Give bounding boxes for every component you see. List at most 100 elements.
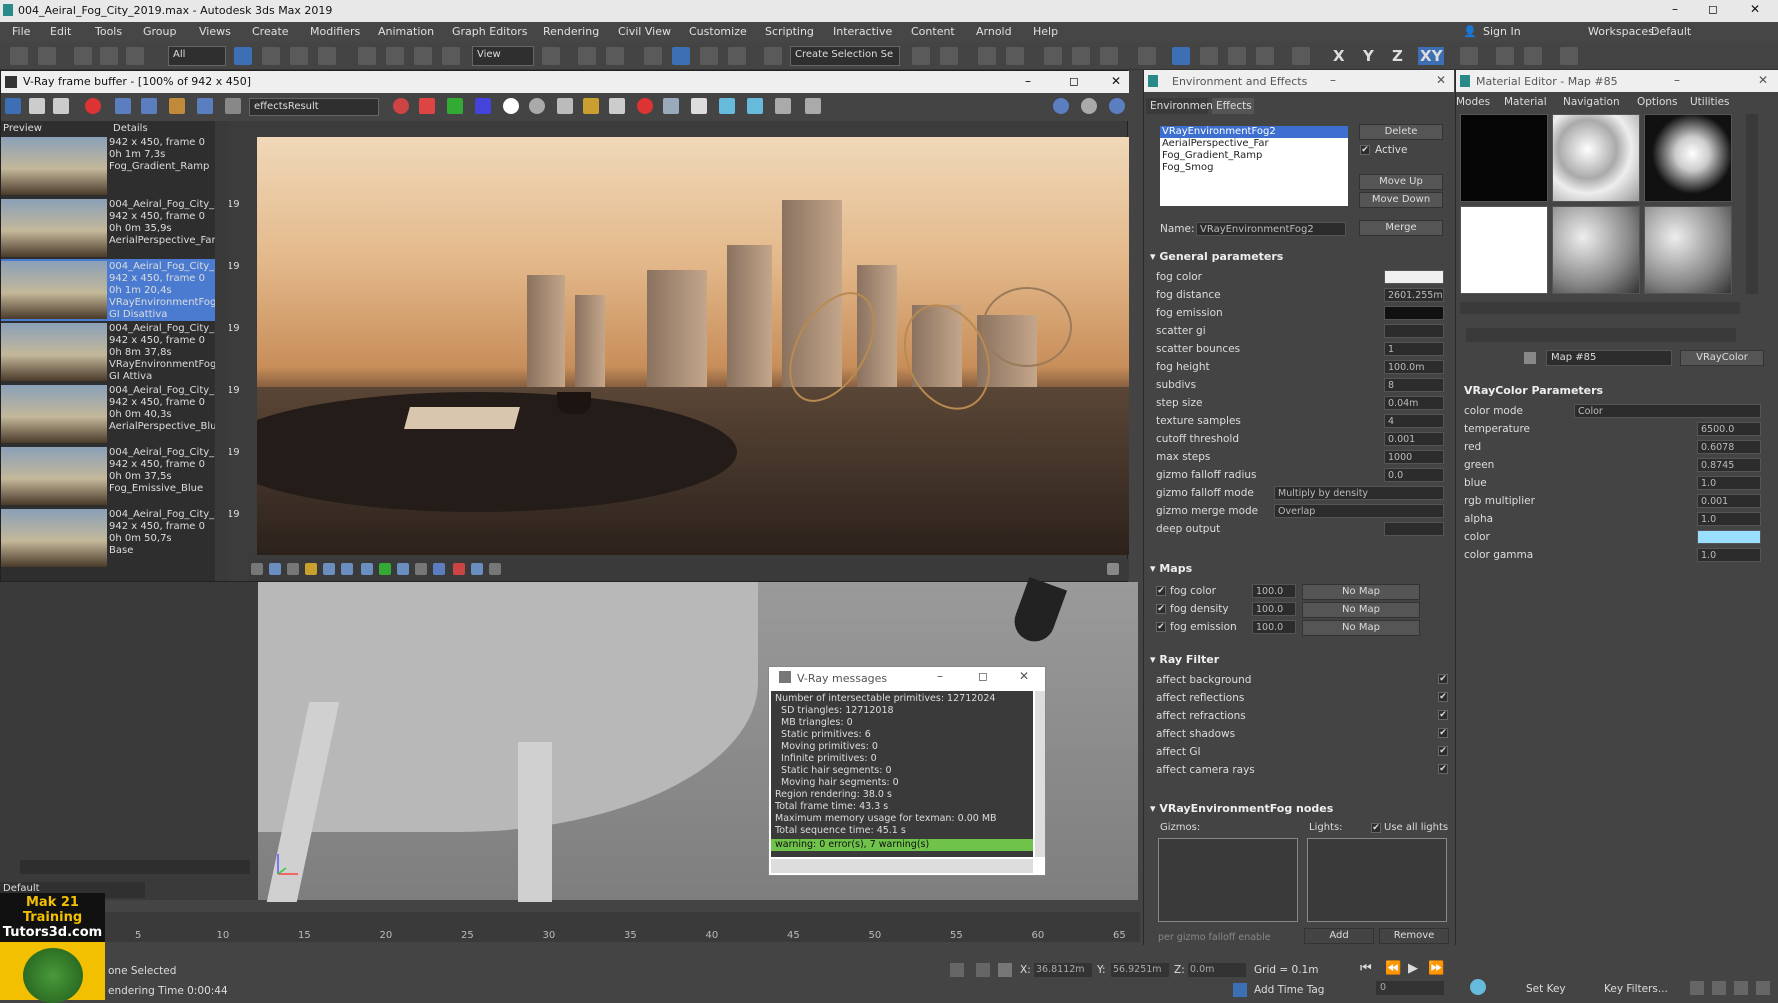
render-icon[interactable] — [805, 98, 821, 114]
vmsg-close-button[interactable]: ✕ — [1019, 669, 1029, 683]
set-key-button[interactable]: Set Key — [1526, 983, 1566, 995]
green-channel-icon[interactable] — [447, 98, 463, 114]
menu-utilities[interactable]: Utilities — [1690, 96, 1730, 108]
menu-interactive[interactable]: Interactive — [833, 25, 892, 38]
param-value[interactable]: 1 — [1384, 342, 1444, 356]
map-amount[interactable]: 100.0 — [1252, 602, 1296, 616]
select-manipulate-icon[interactable] — [578, 47, 596, 65]
mirror-icon[interactable] — [912, 47, 930, 65]
add-time-tag-button[interactable]: Add Time Tag — [1254, 984, 1324, 996]
lights-list[interactable] — [1307, 838, 1447, 922]
vfb-close-button[interactable]: ✕ — [1111, 74, 1121, 88]
menu-file[interactable]: File — [12, 25, 30, 38]
mat-minimize-button[interactable]: – — [1674, 73, 1680, 87]
vfb-maximize-button[interactable]: ◻ — [1069, 74, 1079, 88]
vray-toolbar-icon[interactable] — [1292, 47, 1310, 65]
link-to-render-icon[interactable] — [747, 98, 763, 114]
menu-modifiers[interactable]: Modifiers — [310, 25, 360, 38]
rendered-frame-window-icon[interactable] — [1200, 47, 1218, 65]
ab-b-icon[interactable] — [169, 98, 185, 114]
param-value[interactable]: 0.001 — [1384, 432, 1444, 446]
color-param-value[interactable]: 0.8745 — [1697, 458, 1761, 472]
edit-named-selection-icon[interactable] — [764, 47, 782, 65]
percent-snap-icon[interactable] — [700, 47, 718, 65]
interactive-render-icon[interactable] — [1081, 98, 1097, 114]
maximize-viewport-icon[interactable] — [1756, 981, 1770, 995]
general-parameters-header[interactable]: ▾ General parameters — [1150, 250, 1283, 263]
map-button[interactable]: No Map — [1302, 620, 1420, 636]
render-iterative-icon[interactable] — [1256, 47, 1274, 65]
axis-z-button[interactable]: Z — [1392, 47, 1403, 65]
schematic-view-icon[interactable] — [1100, 47, 1118, 65]
compare-icon[interactable] — [115, 98, 131, 114]
snaps-vertex-icon[interactable] — [1524, 47, 1542, 65]
srgb-icon[interactable] — [433, 563, 445, 575]
select-object-icon[interactable] — [234, 47, 252, 65]
env-minimize-button[interactable]: – — [1330, 73, 1336, 87]
ray-filter-checkbox[interactable]: ✔ — [1438, 692, 1448, 702]
map-amount[interactable]: 100.0 — [1252, 584, 1296, 598]
axis-xy-button[interactable]: XY — [1418, 47, 1445, 65]
zoom-icon[interactable] — [1690, 981, 1704, 995]
pivot-icon[interactable] — [542, 47, 560, 65]
render-production-icon[interactable] — [1228, 47, 1246, 65]
menu-scripting[interactable]: Scripting — [765, 25, 814, 38]
snaps-settings-icon[interactable] — [1560, 47, 1578, 65]
ab-a-icon[interactable] — [141, 98, 157, 114]
vfb-history-icon[interactable] — [5, 98, 21, 114]
history-item[interactable]: 004_Aeiral_Fog_City_2019 942 x 450, fram… — [1, 383, 240, 445]
ray-filter-checkbox[interactable]: ✔ — [1438, 674, 1448, 684]
map-amount[interactable]: 100.0 — [1252, 620, 1296, 634]
active-checkbox[interactable]: ✔ — [1360, 145, 1370, 155]
ray-filter-header[interactable]: ▾ Ray Filter — [1150, 653, 1219, 666]
history-item[interactable]: 004_Aeiral_Fog_City_2019 942 x 450, fram… — [1, 321, 240, 383]
play-icon[interactable]: ▶ — [1408, 961, 1418, 976]
current-frame-field[interactable]: 0 — [1376, 981, 1444, 995]
pixel-aspect-icon[interactable] — [471, 563, 483, 575]
param-value[interactable]: Overlap — [1274, 504, 1444, 518]
absolute-mode-icon[interactable] — [998, 963, 1012, 977]
menu-content[interactable]: Content — [911, 25, 955, 38]
render-last-icon[interactable] — [1109, 98, 1125, 114]
param-value[interactable]: 4 — [1384, 414, 1444, 428]
map-enable-checkbox[interactable]: ✔ — [1156, 586, 1166, 596]
maps-header[interactable]: ▾ Maps — [1150, 562, 1192, 575]
user-icon[interactable]: 👤 — [1463, 25, 1477, 38]
keyboard-shortcut-icon[interactable] — [606, 47, 624, 65]
menu-arnold[interactable]: Arnold — [976, 25, 1012, 38]
param-value[interactable]: Multiply by density — [1274, 486, 1444, 500]
color-correction-icon[interactable] — [393, 98, 409, 114]
menu-navigation[interactable]: Navigation — [1563, 96, 1620, 108]
save-image-icon[interactable] — [557, 98, 573, 114]
effects-list-item[interactable]: VRayEnvironmentFog2 — [1160, 126, 1348, 138]
pan-icon[interactable] — [1734, 981, 1748, 995]
menu-animation[interactable]: Animation — [378, 25, 434, 38]
color-param-value[interactable]: 0.001 — [1697, 494, 1761, 508]
map-enable-checkbox[interactable]: ✔ — [1156, 622, 1166, 632]
layer-explorer-icon[interactable] — [1006, 47, 1024, 65]
ray-filter-checkbox[interactable]: ✔ — [1438, 764, 1448, 774]
effects-list[interactable]: VRayEnvironmentFog2 AerialPerspective_Fa… — [1160, 126, 1348, 206]
ray-filter-checkbox[interactable]: ✔ — [1438, 746, 1448, 756]
color-param-value[interactable]: 1.0 — [1697, 512, 1761, 526]
y-field[interactable]: 56.9251m — [1111, 963, 1169, 977]
color-param-value[interactable]: Color — [1574, 404, 1761, 418]
redo-icon[interactable] — [38, 47, 56, 65]
color-balance-icon[interactable] — [361, 563, 373, 575]
load-image-icon[interactable] — [583, 98, 599, 114]
slots-horizontal-scrollbar[interactable] — [1460, 302, 1740, 314]
icc-icon[interactable] — [415, 563, 427, 575]
map-button[interactable]: No Map — [1302, 602, 1420, 618]
link-icon[interactable] — [74, 47, 92, 65]
material-slot[interactable] — [1552, 114, 1640, 202]
settings-icon[interactable] — [197, 98, 213, 114]
lens-effects-icon[interactable] — [251, 563, 263, 575]
env-close-button[interactable]: ✕ — [1436, 73, 1446, 87]
param-value[interactable]: 100.0m — [1384, 360, 1444, 374]
ray-filter-checkbox[interactable]: ✔ — [1438, 710, 1448, 720]
delete-button[interactable]: Delete — [1359, 124, 1443, 140]
copy-icon[interactable] — [609, 98, 625, 114]
fog-nodes-header[interactable]: ▾ VRayEnvironmentFog nodes — [1150, 802, 1333, 815]
remove-icon[interactable] — [85, 98, 101, 114]
param-value[interactable]: 1000 — [1384, 450, 1444, 464]
